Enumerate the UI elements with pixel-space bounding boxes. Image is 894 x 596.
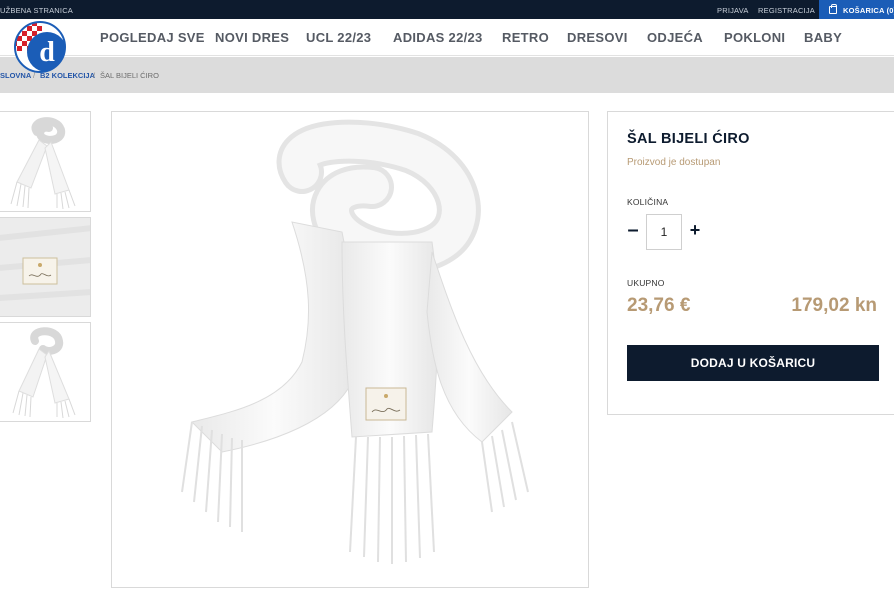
nav-item-retro[interactable]: RETRO xyxy=(502,30,549,45)
price-eur: 23,76 € xyxy=(627,295,691,316)
top-utility-bar: UŽBENA STRANICA PRIJAVA REGISTRACIJA KOŠ… xyxy=(0,0,894,19)
breadcrumb-separator: / xyxy=(93,71,96,80)
cart-button[interactable]: KOŠARICA (0) xyxy=(819,0,894,19)
quantity-decrement-button[interactable]: – xyxy=(627,219,639,243)
product-title: ŠAL BIJELI ĆIRO xyxy=(627,131,750,147)
nav-item-pogledaj-sve[interactable]: POGLEDAJ SVE xyxy=(100,30,205,45)
nav-item-baby[interactable]: BABY xyxy=(804,30,842,45)
main-product-image[interactable] xyxy=(111,111,589,588)
nav-item-odjeca[interactable]: ODJEĆA xyxy=(647,30,703,45)
breadcrumb: SLOVNA / B2 KOLEKCIJA / ŠAL BIJELI ĆIRO xyxy=(0,57,894,93)
purchase-panel: ŠAL BIJELI ĆIRO Proizvod je dostupan KOL… xyxy=(607,111,894,415)
nav-item-pokloni[interactable]: POKLONI xyxy=(724,30,785,45)
price-kn: 179,02 kn xyxy=(791,295,877,316)
quantity-label: KOLIČINA xyxy=(627,197,669,207)
register-link[interactable]: REGISTRACIJA xyxy=(758,6,815,15)
quantity-increment-button[interactable]: + xyxy=(688,219,702,243)
svg-text:d: d xyxy=(39,37,55,68)
quantity-field[interactable] xyxy=(646,214,682,250)
main-navigation: d POGLEDAJ SVE NOVI DRES UCL 22/23 ADIDA… xyxy=(0,19,894,73)
thumbnail-1[interactable] xyxy=(0,111,91,212)
white-scarf-image xyxy=(181,119,529,564)
label-closeup-thumbnail-image xyxy=(0,218,90,316)
shopping-bag-icon xyxy=(829,4,837,14)
availability-status: Proizvod je dostupan xyxy=(627,157,721,168)
club-logo[interactable]: d xyxy=(12,21,70,73)
nav-item-dresovi[interactable]: DRESOVI xyxy=(567,30,628,45)
breadcrumb-current: ŠAL BIJELI ĆIRO xyxy=(100,71,159,80)
nav-item-adidas[interactable]: ADIDAS 22/23 xyxy=(393,30,483,45)
official-store-label: UŽBENA STRANICA xyxy=(0,6,74,15)
add-to-cart-button[interactable]: DODAJ U KOŠARICU xyxy=(627,345,879,381)
login-link[interactable]: PRIJAVA xyxy=(717,6,749,15)
scarf-thumbnail-image xyxy=(10,117,76,210)
nav-item-novi-dres[interactable]: NOVI DRES xyxy=(215,30,289,45)
nav-item-ucl[interactable]: UCL 22/23 xyxy=(306,30,371,45)
scarf-thumbnail-image xyxy=(12,327,76,419)
cart-label: KOŠARICA (0) xyxy=(843,6,894,15)
thumbnail-2[interactable] xyxy=(0,217,91,317)
thumbnail-3[interactable] xyxy=(0,322,91,422)
total-label: UKUPNO xyxy=(627,278,665,288)
